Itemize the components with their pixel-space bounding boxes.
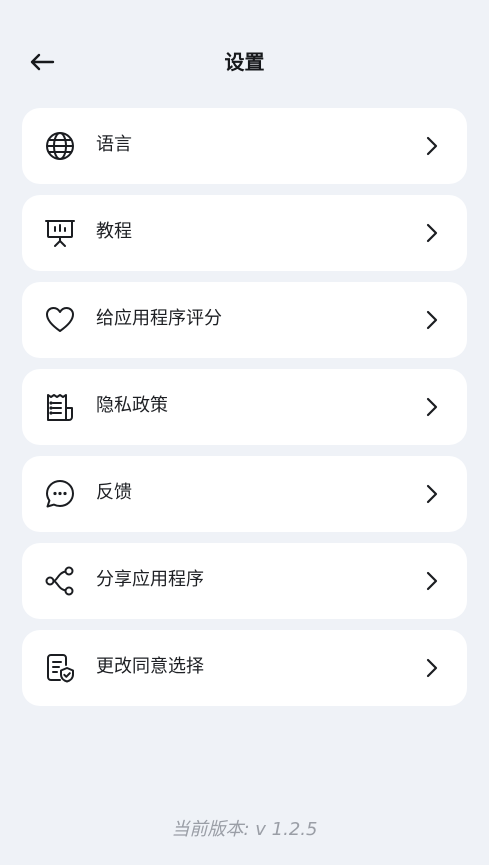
menu-item-label: 语言 — [96, 134, 132, 155]
menu-item-label: 给应用程序评分 — [96, 308, 222, 329]
header: 设置 — [0, 38, 489, 86]
arrow-left-icon — [29, 52, 55, 72]
page-title: 设置 — [224, 50, 265, 74]
chevron-right-icon — [425, 135, 439, 157]
heart-icon — [44, 304, 76, 336]
chevron-right-icon — [425, 396, 439, 418]
chevron-right-icon — [425, 309, 439, 331]
chevron-right-icon — [425, 222, 439, 244]
menu-item-label: 隐私政策 — [96, 395, 168, 416]
chat-bubble-icon — [44, 478, 76, 510]
menu-item-feedback[interactable]: 反馈 — [22, 456, 467, 532]
chevron-right-icon — [425, 657, 439, 679]
receipt-document-icon — [44, 391, 76, 423]
back-button[interactable] — [22, 44, 62, 80]
menu-item-label: 反馈 — [96, 482, 132, 503]
document-shield-icon — [44, 652, 76, 684]
chevron-right-icon — [425, 570, 439, 592]
settings-menu: 语言 教程 给应用程序评分 隐私政策 反馈 分享应用程序 更改同意选择 — [22, 108, 467, 717]
menu-item-label: 分享应用程序 — [96, 569, 204, 590]
menu-item-change-consent[interactable]: 更改同意选择 — [22, 630, 467, 706]
menu-item-label: 教程 — [96, 221, 132, 242]
menu-item-rate-app[interactable]: 给应用程序评分 — [22, 282, 467, 358]
share-nodes-icon — [44, 565, 76, 597]
chevron-right-icon — [425, 483, 439, 505]
menu-item-language[interactable]: 语言 — [22, 108, 467, 184]
menu-item-tutorial[interactable]: 教程 — [22, 195, 467, 271]
presentation-board-icon — [44, 217, 76, 249]
menu-item-label: 更改同意选择 — [96, 656, 204, 677]
menu-item-privacy-policy[interactable]: 隐私政策 — [22, 369, 467, 445]
globe-icon — [44, 130, 76, 162]
app-version-text: 当前版本: v 1.2.5 — [171, 819, 318, 840]
menu-item-share-app[interactable]: 分享应用程序 — [22, 543, 467, 619]
